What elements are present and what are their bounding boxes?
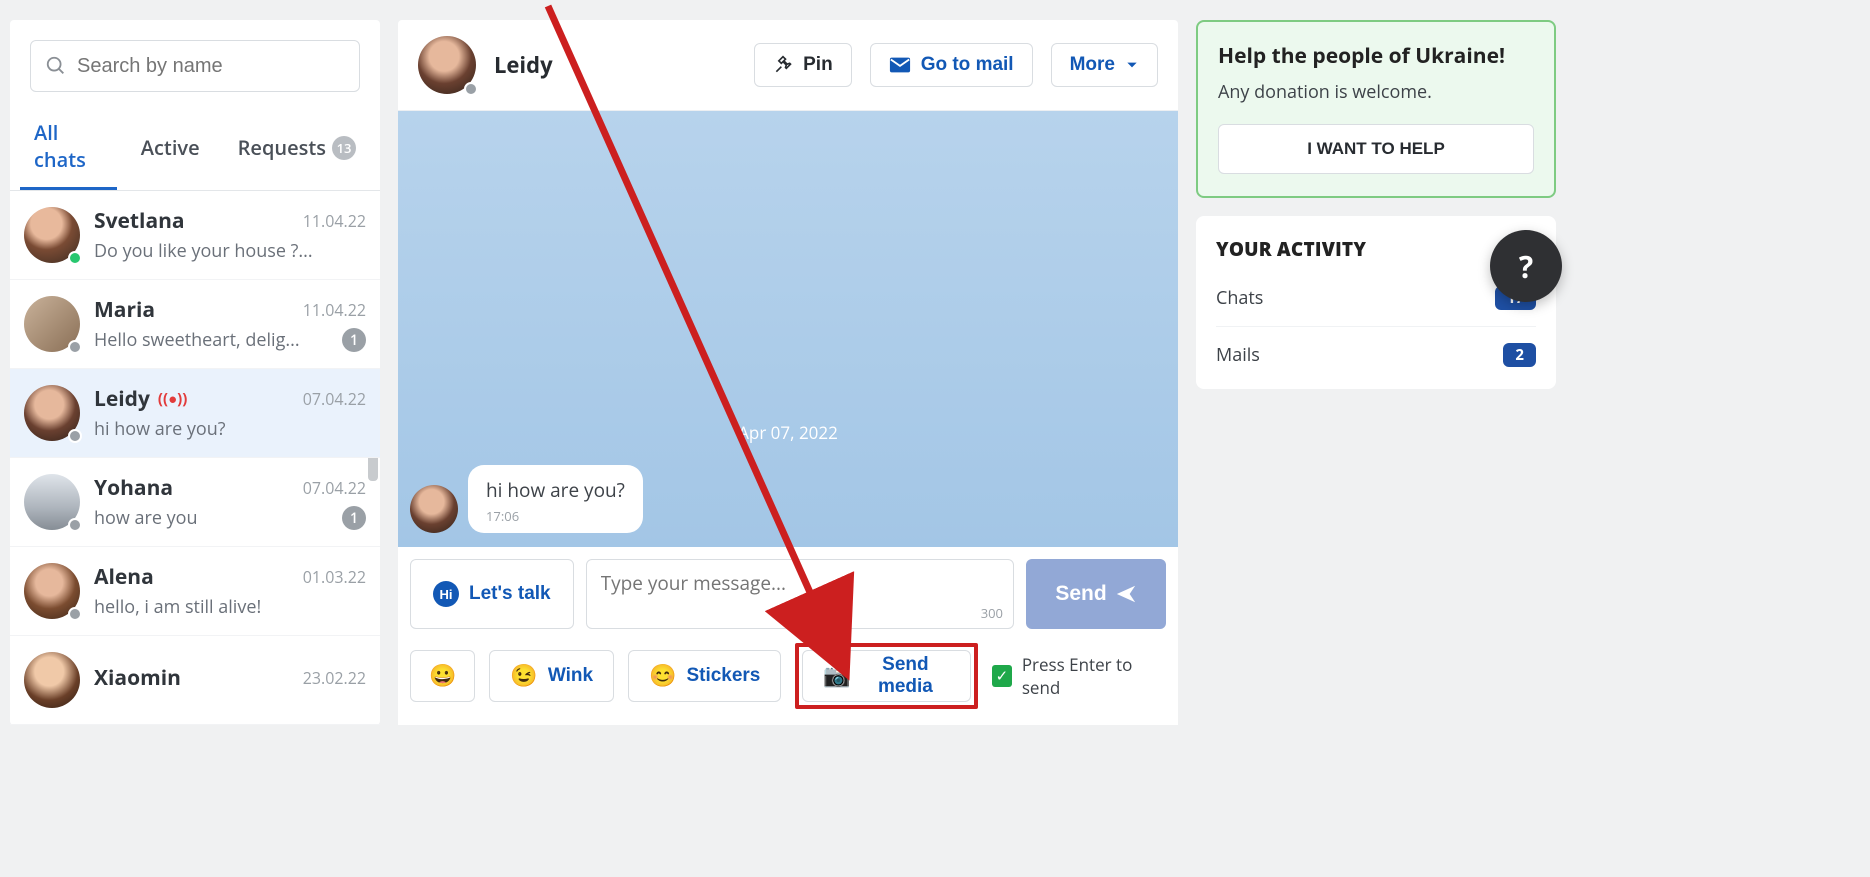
message-text: hi how are you? xyxy=(486,477,625,503)
send-media-highlight: 📷Send media xyxy=(795,643,978,709)
mail-icon xyxy=(889,56,911,74)
chat-item-leidy[interactable]: Leidy((●)) 07.04.22 hi how are you? xyxy=(10,369,380,458)
press-enter-label: Press Enter to send xyxy=(1022,653,1160,699)
lets-talk-button[interactable]: Hi Let's talk xyxy=(410,559,574,629)
avatar xyxy=(24,652,80,708)
contact-name: Maria xyxy=(94,296,155,324)
unread-badge: 1 xyxy=(342,328,366,352)
smile-icon: 😀 xyxy=(429,665,456,687)
chat-date: 01.03.22 xyxy=(303,566,366,588)
status-dot-offline xyxy=(68,607,82,621)
go-to-mail-button[interactable]: Go to mail xyxy=(870,43,1033,87)
contact-name: Yohana xyxy=(94,474,173,502)
activity-chats-label: Chats xyxy=(1216,286,1263,310)
hi-icon: Hi xyxy=(433,581,459,607)
avatar xyxy=(24,385,80,441)
tab-requests-label: Requests xyxy=(238,134,326,161)
search-icon xyxy=(45,55,67,77)
chat-list: Svetlana 11.04.22 Do you like your house … xyxy=(10,191,380,725)
emoji-button[interactable]: 😀 xyxy=(410,650,475,702)
chat-preview: Do you like your house ?... xyxy=(94,239,313,263)
want-to-help-button[interactable]: I WANT TO HELP xyxy=(1218,124,1534,174)
contact-name: Alena xyxy=(94,563,154,591)
composer: Hi Let's talk 300 Send 😀 😉Wink 😊Stickers… xyxy=(398,547,1178,725)
chat-date: 11.04.22 xyxy=(303,210,366,232)
chat-header: Leidy Pin Go to mail More xyxy=(398,20,1178,111)
more-button[interactable]: More xyxy=(1051,43,1158,87)
sticker-icon: 😊 xyxy=(649,665,676,687)
chat-preview: Hello sweetheart, delig... xyxy=(94,328,300,352)
activity-title: YOUR ACTIVITY xyxy=(1216,236,1536,262)
tab-requests[interactable]: Requests 13 xyxy=(224,122,370,175)
checkbox-checked-icon: ✓ xyxy=(992,665,1012,687)
ukraine-text: Any donation is welcome. xyxy=(1218,80,1534,104)
press-enter-toggle[interactable]: ✓ Press Enter to send xyxy=(992,653,1166,699)
pin-button[interactable]: Pin xyxy=(754,43,852,87)
wink-button[interactable]: 😉Wink xyxy=(489,650,614,702)
chat-title: Leidy xyxy=(494,50,736,80)
camera-icon: 📷 xyxy=(823,665,850,687)
status-dot-offline xyxy=(464,82,478,96)
message-row: hi how are you? 17:06 xyxy=(410,465,643,533)
message-bubble: hi how are you? 17:06 xyxy=(468,465,643,533)
avatar xyxy=(24,474,80,530)
search-input[interactable] xyxy=(77,55,345,78)
activity-row-chats[interactable]: Chats 17 xyxy=(1216,270,1536,326)
chat-date: 07.04.22 xyxy=(303,388,366,410)
chat-item-maria[interactable]: Maria 11.04.22 Hello sweetheart, delig...… xyxy=(10,280,380,369)
message-avatar[interactable] xyxy=(410,485,458,533)
ukraine-title: Help the people of Ukraine! xyxy=(1218,42,1534,70)
search-box[interactable] xyxy=(30,40,360,92)
chat-body: Apr 07, 2022 hi how are you? 17:06 xyxy=(398,111,1178,547)
chat-date: 11.04.22 xyxy=(303,299,366,321)
message-input-wrap[interactable]: 300 xyxy=(586,559,1014,629)
live-icon: ((●)) xyxy=(158,389,187,409)
chat-item-alena[interactable]: Alena 01.03.22 hello, i am still alive! xyxy=(10,547,380,636)
date-divider: Apr 07, 2022 xyxy=(398,421,1178,444)
contact-name: Xiaomin xyxy=(94,664,181,692)
message-input[interactable] xyxy=(601,570,999,604)
status-dot-offline xyxy=(68,518,82,532)
help-fab-button[interactable]: ? xyxy=(1490,230,1562,302)
pin-icon xyxy=(773,55,793,75)
message-time: 17:06 xyxy=(486,507,625,525)
chat-preview: hello, i am still alive! xyxy=(94,595,261,619)
avatar xyxy=(24,563,80,619)
avatar xyxy=(24,296,80,352)
chat-item-yohana[interactable]: Yohana 07.04.22 how are you 1 xyxy=(10,458,380,547)
send-icon xyxy=(1115,583,1137,605)
sidebar: All chats Active Requests 13 Svetlana 11.… xyxy=(10,20,380,725)
chat-tabs: All chats Active Requests 13 xyxy=(10,107,380,191)
stickers-button[interactable]: 😊Stickers xyxy=(628,650,781,702)
tab-active[interactable]: Active xyxy=(127,122,214,175)
requests-count-badge: 13 xyxy=(332,136,356,160)
wink-icon: 😉 xyxy=(510,665,537,687)
status-dot-online xyxy=(68,251,82,265)
chat-item-xiaomin[interactable]: Xiaomin 23.02.22 xyxy=(10,636,380,725)
activity-mails-label: Mails xyxy=(1216,343,1260,367)
chat-panel: Leidy Pin Go to mail More Apr 07, 2022 h… xyxy=(398,20,1178,725)
contact-name: Leidy((●)) xyxy=(94,385,187,413)
avatar xyxy=(24,207,80,263)
chat-preview: hi how are you? xyxy=(94,417,226,441)
chat-preview: how are you xyxy=(94,506,198,530)
send-media-button[interactable]: 📷Send media xyxy=(802,650,971,702)
send-button[interactable]: Send xyxy=(1026,559,1166,629)
status-dot-offline xyxy=(68,340,82,354)
unread-badge: 1 xyxy=(342,506,366,530)
chevron-down-icon xyxy=(1125,58,1139,72)
activity-row-mails[interactable]: Mails 2 xyxy=(1216,326,1536,383)
tab-all-chats[interactable]: All chats xyxy=(20,107,117,190)
status-dot-offline xyxy=(68,429,82,443)
chat-item-svetlana[interactable]: Svetlana 11.04.22 Do you like your house … xyxy=(10,191,380,280)
chat-date: 07.04.22 xyxy=(303,477,366,499)
char-counter: 300 xyxy=(981,604,1003,622)
activity-mails-count: 2 xyxy=(1503,343,1536,367)
contact-name: Svetlana xyxy=(94,207,185,235)
chat-date: 23.02.22 xyxy=(303,667,366,689)
right-panel: Help the people of Ukraine! Any donation… xyxy=(1196,20,1556,725)
ukraine-card: Help the people of Ukraine! Any donation… xyxy=(1196,20,1556,198)
chat-header-avatar[interactable] xyxy=(418,36,476,94)
